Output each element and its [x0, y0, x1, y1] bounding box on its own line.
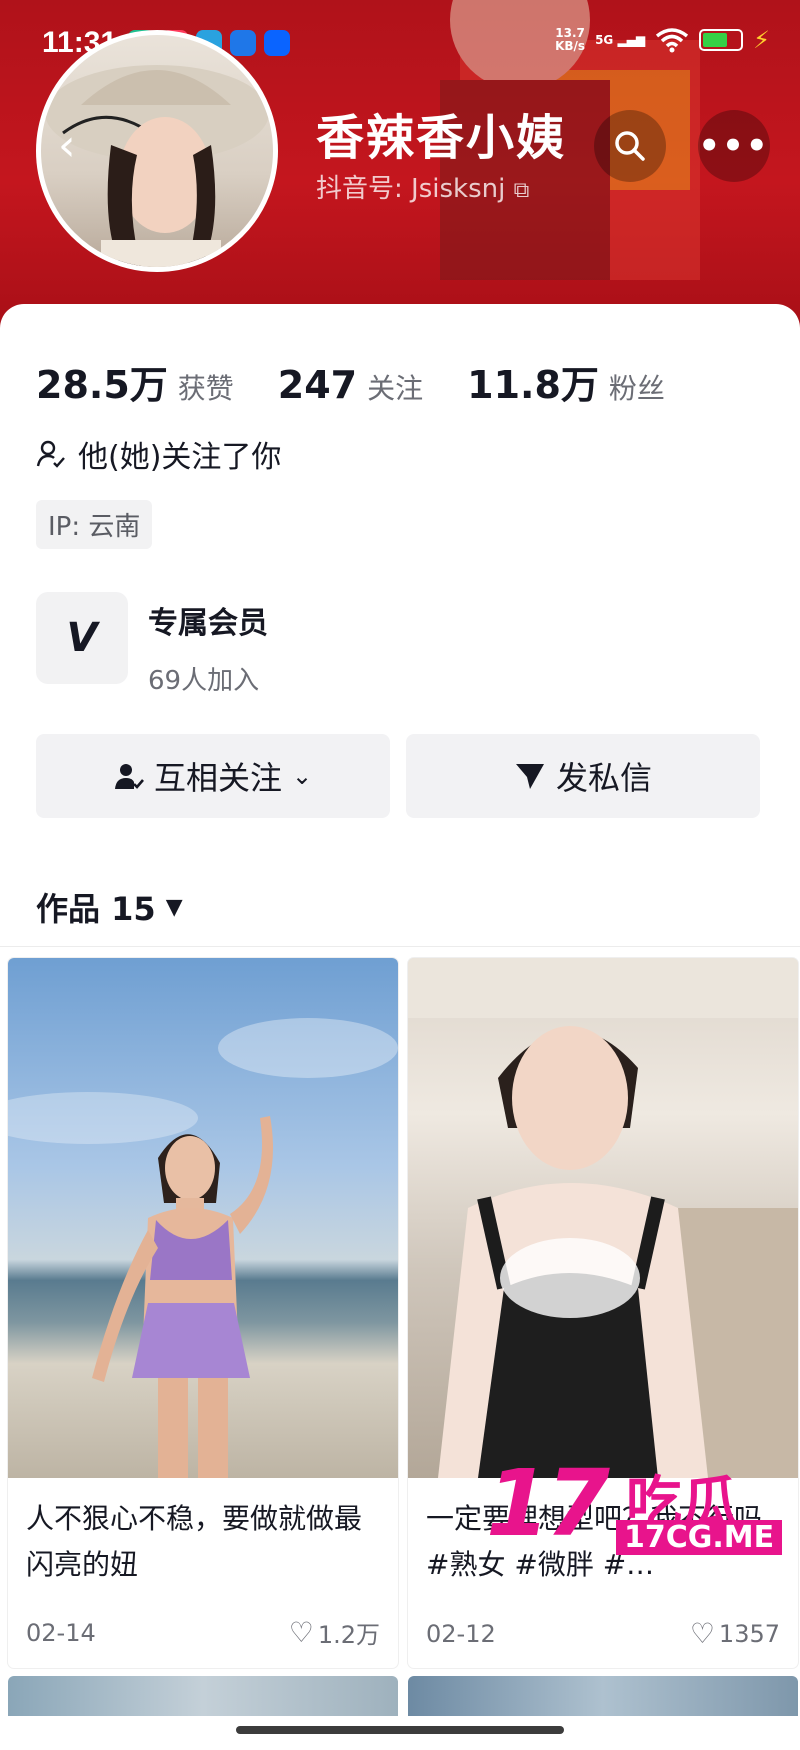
app-notification-icon [230, 30, 256, 56]
send-message-button[interactable]: 发私信 [406, 734, 760, 818]
follows-you-text: 他(她)关注了你 [78, 440, 282, 475]
followers-count[interactable]: 11.8万 [467, 354, 599, 409]
likes-count-text: 1.2万 [317, 1621, 380, 1649]
signal-icon: 5G ▂▄▆ [595, 33, 646, 47]
heart-icon: ♡ [288, 1616, 314, 1649]
likes-label: 获赞 [177, 372, 234, 405]
ip-location-badge: IP: 云南 [36, 500, 153, 549]
user-follow-icon [114, 764, 144, 789]
member-count: 69人加入 [148, 666, 260, 696]
works-tab-label: 作品 15 [36, 890, 156, 928]
video-date: 02-12 [426, 1619, 496, 1648]
more-options-button[interactable]: ••• [698, 110, 770, 182]
thumbnail-image [408, 958, 798, 1478]
profile-nickname: 香辣香小姨 [316, 110, 567, 166]
charging-icon: ⚡ [753, 26, 770, 54]
chevron-down-icon: ⌄ [291, 762, 313, 790]
likes-count-text: 1357 [718, 1619, 780, 1648]
douyin-id-text: 抖音号: Jsisksnj [316, 174, 506, 204]
copy-icon[interactable]: ⧉ [514, 178, 530, 203]
works-tab[interactable]: 作品 15 ▼ [36, 884, 183, 930]
video-meta: 02-12 ♡ 1357 [426, 1617, 780, 1650]
battery-icon [699, 29, 744, 51]
following-label[interactable]: 关注 [367, 367, 423, 407]
heart-icon: ♡ [689, 1617, 715, 1650]
mutual-follow-button[interactable]: 互相关注 ⌄ [36, 734, 390, 818]
caret-down-icon: ▼ [165, 894, 183, 920]
video-card[interactable]: 人不狠心不稳，要做就做最闪亮的妞 02-14 ♡ 1.2万 [8, 958, 398, 1668]
likes-count: 28.5万 [36, 363, 168, 407]
send-message-label: 发私信 [555, 759, 652, 797]
followers-label[interactable]: 粉丝 [609, 367, 665, 407]
wifi-icon [656, 28, 689, 53]
mutual-follow-label: 互相关注 [153, 759, 282, 797]
search-button[interactable] [594, 110, 666, 182]
send-icon [515, 764, 544, 789]
following-count[interactable]: 247 [278, 363, 357, 407]
thumbnail-image [8, 1018, 398, 1478]
follows-you-row: 他(她)关注了你 [36, 432, 281, 476]
douyin-id[interactable]: 抖音号: Jsisksnj ⧉ [316, 168, 529, 205]
more-icon: ••• [698, 126, 770, 166]
member-title: 专属会员 [148, 606, 268, 641]
watermark-domain: 17CG.ME [616, 1520, 783, 1555]
video-card-next-row[interactable] [8, 1676, 398, 1716]
system-icons: 13.7 KB/s 5G ▂▄▆ ⚡ [555, 26, 770, 54]
site-watermark: 17 吃瓜 17CG.ME [486, 1450, 783, 1560]
member-v-icon: V [36, 592, 128, 684]
home-indicator[interactable] [236, 1726, 564, 1734]
search-icon [615, 131, 645, 161]
tab-divider [0, 946, 800, 947]
action-buttons: 互相关注 ⌄ 发私信 [36, 734, 760, 818]
video-caption: 人不狠心不稳，要做就做最闪亮的妞 [26, 1502, 363, 1581]
profile-stats: 28.5万 获赞 247 关注 11.8万 粉丝 [36, 354, 709, 409]
video-thumbnail [408, 958, 798, 1478]
watermark-number: 17 [486, 1450, 610, 1557]
profile-header: 11:31 13.7 KB/s 5G ▂▄▆ ⚡ ‹ 香辣香小姨 抖音号: Js… [0, 0, 800, 330]
app-notification-icon [264, 30, 290, 56]
back-arrow-icon[interactable]: ‹ [58, 120, 76, 171]
video-date: 02-14 [26, 1618, 96, 1647]
video-likes: ♡ 1357 [690, 1617, 780, 1650]
net-speed: 13.7 KB/s [555, 26, 586, 53]
video-thumbnail [8, 958, 398, 1478]
video-likes: ♡ 1.2万 [289, 1615, 380, 1650]
video-meta: 02-14 ♡ 1.2万 [26, 1615, 380, 1650]
avatar-image [45, 65, 269, 267]
video-card-next-row[interactable] [408, 1676, 798, 1716]
video-card[interactable]: 一定要理想型吧？我不行吗#熟女 #微胖 #… 02-12 ♡ 1357 [408, 958, 798, 1668]
exclusive-member-entry[interactable]: V 专属会员 69人加入 [36, 592, 268, 697]
user-check-icon [36, 440, 65, 468]
